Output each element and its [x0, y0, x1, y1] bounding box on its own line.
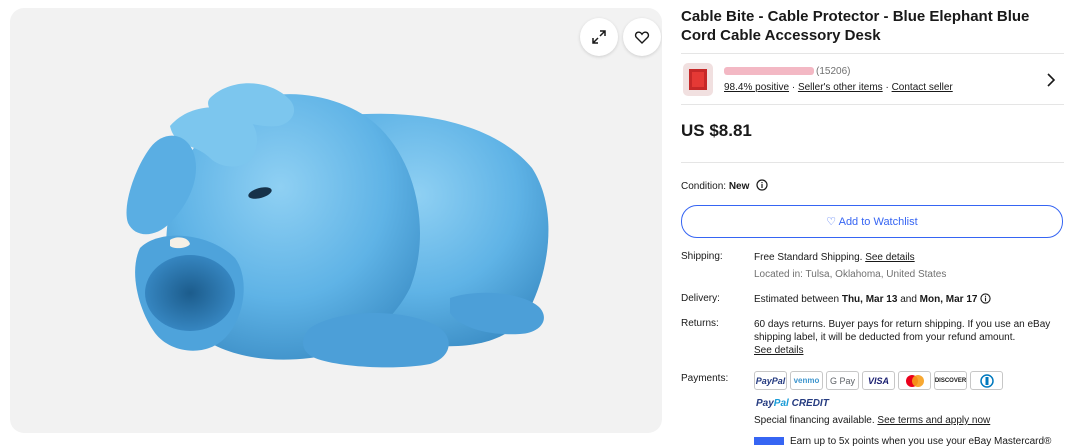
delivery-value: Estimated between Thu, Mar 13 and Mon, M…: [754, 293, 1054, 306]
mastercard-promo: Earn up to 5x points when you use your e…: [754, 436, 1051, 447]
delivery-label: Delivery:: [681, 293, 720, 304]
ebay-mastercard-icon: [754, 437, 784, 446]
payment-methods: PayPal venmo G Pay VISA DISCOVER: [754, 371, 1003, 390]
product-photo[interactable]: [10, 8, 662, 433]
financing-text: Special financing available.: [754, 415, 875, 426]
returns-value: 60 days returns. Buyer pays for return s…: [754, 318, 1054, 357]
discover-logo: DISCOVER: [934, 371, 967, 390]
paypal-logo: PayPal: [754, 371, 787, 390]
paypal-credit-logo: PayPal CREDIT: [756, 398, 829, 409]
returns-label: Returns:: [681, 318, 719, 329]
seller-other-items-link[interactable]: Seller's other items: [798, 82, 883, 93]
delivery-start: Thu, Mar 13: [841, 294, 898, 305]
delivery-end: Mon, Mar 17: [919, 294, 978, 305]
delivery-and: and: [900, 294, 917, 305]
mastercard-promo-text: Earn up to 5x points when you use your e…: [790, 436, 1052, 447]
divider: [681, 53, 1064, 54]
financing-row: Special financing available. See terms a…: [754, 414, 1054, 427]
shipping-label: Shipping:: [681, 251, 723, 262]
visa-logo: VISA: [862, 371, 895, 390]
contact-seller-link[interactable]: Contact seller: [892, 82, 953, 93]
image-gallery[interactable]: [10, 8, 662, 433]
google-pay-logo: G Pay: [826, 371, 859, 390]
paypal-credit-pal: Pal: [773, 398, 789, 409]
heart-icon: [634, 31, 650, 44]
divider: [681, 104, 1064, 105]
condition-row: Condition: New: [681, 179, 768, 192]
expand-button[interactable]: [580, 18, 618, 56]
chevron-right-icon[interactable]: [1046, 73, 1056, 87]
returns-text: 60 days returns. Buyer pays for return s…: [754, 319, 1051, 343]
paypal-credit-pay: Pay: [756, 398, 774, 409]
seller-name-redacted: [724, 67, 814, 76]
product-title: Cable Bite - Cable Protector - Blue Elep…: [681, 8, 1030, 44]
condition-value: New: [728, 181, 750, 192]
shipping-text: Free Standard Shipping.: [754, 252, 863, 263]
separator: ·: [791, 82, 796, 93]
payments-label: Payments:: [681, 373, 729, 384]
financing-terms-link[interactable]: See terms and apply now: [877, 415, 990, 426]
paypal-credit-word: CREDIT: [791, 398, 829, 409]
feedback-count: (15206): [816, 66, 851, 77]
seller-links: 98.4% positive · Seller's other items · …: [724, 82, 953, 93]
condition-label: Condition:: [681, 181, 727, 192]
expand-icon: [592, 30, 606, 44]
shipping-details-link[interactable]: See details: [865, 252, 914, 263]
price: US $8.81: [681, 121, 752, 140]
seller-card[interactable]: (15206) 98.4% positive · Seller's other …: [681, 60, 1064, 100]
item-location: Located in: Tulsa, Oklahoma, United Stat…: [754, 269, 947, 280]
divider: [681, 162, 1064, 163]
separator: ·: [885, 82, 889, 93]
mastercard-logo: [898, 371, 931, 390]
venmo-logo: venmo: [790, 371, 823, 390]
positive-feedback-link[interactable]: 98.4% positive: [724, 82, 789, 93]
diners-club-logo: [970, 371, 1003, 390]
favorite-button[interactable]: [623, 18, 661, 56]
add-to-watchlist-button[interactable]: ♡ Add to Watchlist: [681, 205, 1063, 238]
seller-avatar[interactable]: [683, 63, 713, 96]
info-icon[interactable]: [980, 293, 991, 304]
delivery-prefix: Estimated between: [754, 294, 840, 305]
returns-details-link[interactable]: See details: [754, 345, 803, 356]
shipping-value: Free Standard Shipping. See details: [754, 251, 1054, 264]
info-icon[interactable]: [756, 179, 768, 191]
seller-name[interactable]: (15206): [724, 66, 850, 77]
